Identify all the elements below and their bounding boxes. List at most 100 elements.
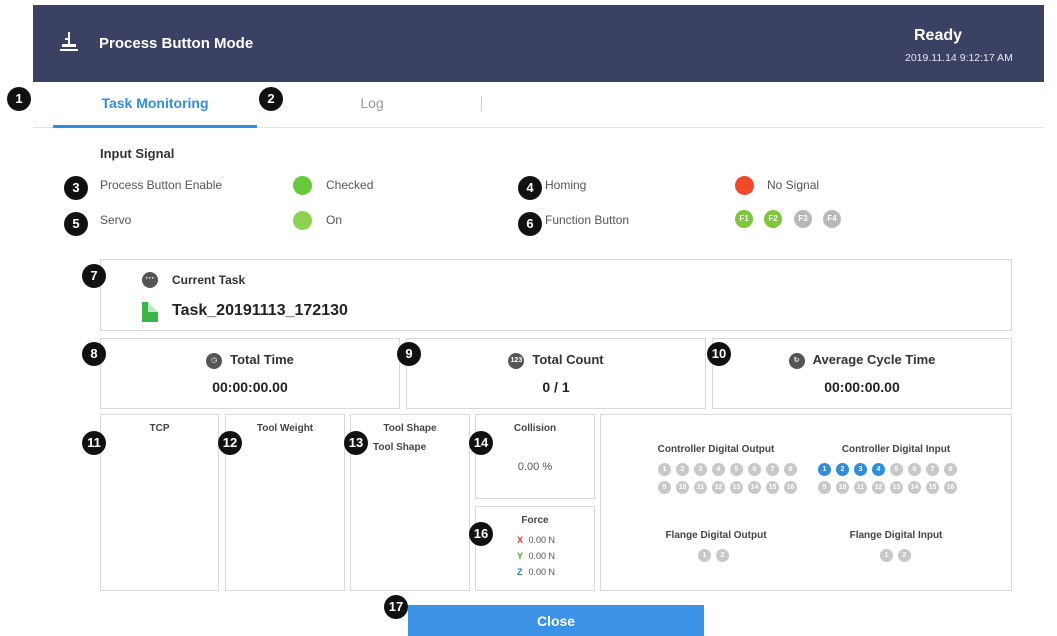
force-y-value: 0.00 N	[528, 551, 556, 561]
callout-marker: 9	[397, 342, 421, 366]
function-button-label: Function Button	[545, 213, 630, 227]
task-file-icon	[142, 302, 158, 322]
collision-label: Collision	[513, 423, 557, 434]
close-button[interactable]: Close	[408, 605, 704, 636]
window-title: Process Button Mode	[99, 35, 254, 52]
controller-digital-output-pin: 11	[694, 481, 707, 494]
flange-digital-input-pin: 1	[880, 549, 893, 562]
callout-marker: 13	[344, 431, 368, 455]
homing-indicator	[735, 176, 754, 195]
callout-marker: 11	[82, 431, 106, 455]
controller-digital-output-label: Controller Digital Output	[657, 444, 775, 455]
average-cycle-time-panel: ↻ Average Cycle Time 00:00:00.00	[712, 338, 1012, 409]
controller-digital-output-pin: 5	[730, 463, 743, 476]
function-button-f1: F1	[735, 210, 753, 228]
controller-digital-output-pin: 2	[676, 463, 689, 476]
robot-status: Ready	[914, 27, 963, 44]
controller-digital-output-pin: 8	[784, 463, 797, 476]
tab-bar: Task Monitoring Log	[33, 82, 1044, 128]
callout-marker: 12	[218, 431, 242, 455]
controller-digital-input-pin: 15	[926, 481, 939, 494]
flange-digital-output-pin: 1	[698, 549, 711, 562]
total-time-panel: ◷ Total Time 00:00:00.00	[100, 338, 400, 409]
tool-shape-label: Tool Shape	[383, 423, 437, 434]
controller-digital-output-pin: 16	[784, 481, 797, 494]
collision-panel: Collision 0.00 %	[475, 414, 595, 499]
current-task-name: Task_20191113_172130	[172, 302, 348, 319]
tcp-label: TCP	[149, 423, 170, 434]
servo-indicator	[293, 211, 312, 230]
callout-marker: 3	[64, 176, 88, 200]
force-panel: Force X 0.00 N Y 0.00 N Z 0.00 N	[475, 506, 595, 591]
force-z-axis: Z	[517, 567, 523, 577]
flange-digital-output-label: Flange Digital Output	[665, 530, 767, 541]
callout-marker: 6	[518, 212, 542, 236]
controller-digital-output-pin: 9	[658, 481, 671, 494]
controller-digital-output-pin: 4	[712, 463, 725, 476]
callout-marker: 16	[469, 522, 493, 546]
process-button-enable-label: Process Button Enable	[100, 178, 223, 192]
flange-digital-output-pin: 2	[716, 549, 729, 562]
process-button-enable-value: Checked	[326, 178, 374, 192]
average-cycle-time-label: Average Cycle Time	[812, 352, 936, 367]
flange-digital-input-label: Flange Digital Input	[849, 530, 943, 541]
controller-digital-output-pin: 3	[694, 463, 707, 476]
servo-value: On	[326, 213, 343, 227]
tab-task-monitoring[interactable]: Task Monitoring	[53, 82, 257, 128]
callout-marker: 14	[469, 431, 493, 455]
callout-marker: 2	[259, 87, 283, 111]
force-x-row: X 0.00 N	[517, 535, 555, 545]
callout-marker: 17	[384, 595, 408, 619]
flange-digital-input-pin: 2	[898, 549, 911, 562]
controller-digital-input-pin: 5	[890, 463, 903, 476]
average-cycle-time-heading: ↻ Average Cycle Time	[713, 352, 1011, 369]
more-icon: ···	[142, 272, 158, 288]
controller-digital-input-pin: 8	[944, 463, 957, 476]
controller-digital-input-pin: 7	[926, 463, 939, 476]
counter-icon: 123	[508, 352, 525, 369]
force-y-axis: Y	[517, 551, 524, 561]
digital-io-panel: Controller Digital Output Controller Dig…	[600, 414, 1012, 591]
controller-digital-output-pin: 7	[766, 463, 779, 476]
title-bar: Process Button Mode Ready 2019.11.14 9:1…	[33, 5, 1044, 82]
tab-log[interactable]: Log	[287, 82, 457, 128]
controller-digital-input-pin: 11	[854, 481, 867, 494]
force-x-value: 0.00 N	[528, 535, 556, 545]
controller-digital-input-pin: 13	[890, 481, 903, 494]
robot-arm-icon	[60, 32, 78, 51]
total-time-value: 00:00:00.00	[212, 379, 288, 395]
homing-value: No Signal	[767, 178, 820, 192]
average-cycle-time-value: 00:00:00.00	[824, 379, 900, 395]
controller-digital-output-pin: 15	[766, 481, 779, 494]
callout-marker: 4	[518, 176, 542, 200]
controller-digital-input-pin: 2	[836, 463, 849, 476]
controller-digital-input-pin: 12	[872, 481, 885, 494]
clock-icon: ◷	[206, 352, 223, 369]
controller-digital-input-pin: 14	[908, 481, 921, 494]
force-z-row: Z 0.00 N	[517, 567, 555, 577]
controller-digital-input-pin: 10	[836, 481, 849, 494]
tcp-panel: TCP	[100, 414, 219, 591]
controller-digital-output-pin: 10	[676, 481, 689, 494]
total-count-label: Total Count	[532, 352, 604, 367]
controller-digital-output-pin: 14	[748, 481, 761, 494]
datetime: 2019.11.14 9:12:17 AM	[905, 52, 1013, 64]
tool-shape-panel: Tool Shape Tool Shape	[350, 414, 470, 591]
homing-label: Homing	[545, 178, 587, 192]
function-button-f4: F4	[823, 210, 841, 228]
tab-divider	[481, 96, 482, 111]
controller-digital-input-label: Controller Digital Input	[841, 444, 951, 455]
callout-marker: 7	[82, 264, 106, 288]
callout-marker: 1	[7, 87, 31, 111]
input-signal-heading: Input Signal	[100, 146, 175, 161]
total-count-value: 0 / 1	[542, 379, 570, 395]
callout-marker: 5	[64, 212, 88, 236]
tool-shape-sub-label: Tool Shape	[373, 442, 427, 453]
controller-digital-input-pin: 3	[854, 463, 867, 476]
function-button-f2: F2	[764, 210, 782, 228]
controller-digital-input-pin: 6	[908, 463, 921, 476]
controller-digital-input-pin: 4	[872, 463, 885, 476]
current-task-panel: ··· Current Task Task_20191113_172130	[100, 259, 1012, 331]
cycle-clock-icon: ↻	[788, 352, 805, 369]
force-x-axis: X	[517, 535, 524, 545]
